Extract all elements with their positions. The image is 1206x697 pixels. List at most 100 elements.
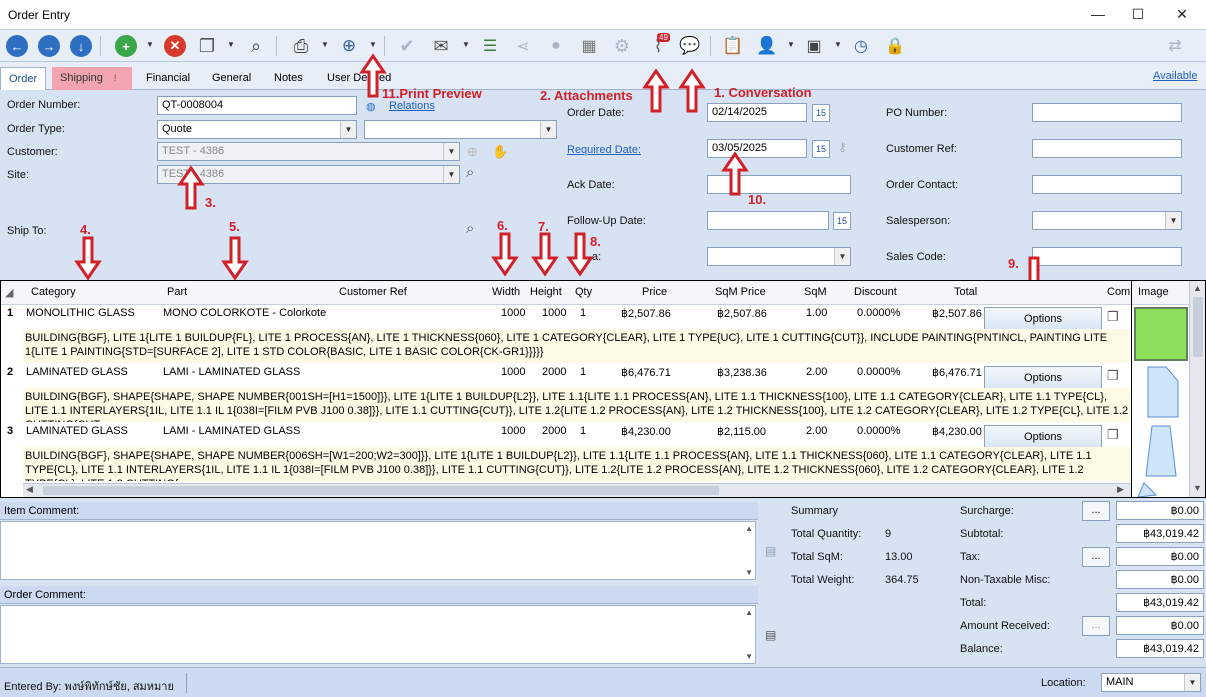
sales-code-field[interactable]: [1032, 247, 1182, 266]
minimize-icon[interactable]: —: [1088, 6, 1108, 22]
list-button[interactable]: ☰: [477, 33, 503, 59]
amount-received-details-button[interactable]: ...: [1082, 616, 1110, 636]
share-button[interactable]: ⋖: [510, 33, 536, 59]
schedule-button[interactable]: ◷: [848, 33, 874, 59]
horizontal-scroll-thumb[interactable]: [43, 486, 719, 495]
order-comment-textarea[interactable]: ▲ ▼: [0, 605, 756, 664]
tab-notes[interactable]: Notes: [266, 67, 311, 90]
delete-button[interactable]: ✕: [162, 33, 188, 59]
col-comment[interactable]: Com: [1107, 286, 1130, 298]
add-dropdown-icon[interactable]: ▼: [146, 40, 154, 49]
glass-thumbnail-trapezoid[interactable]: [1134, 424, 1188, 480]
table-row[interactable]: 1 MONOLITHIC GLASS MONO COLORKOTE - Colo…: [1, 305, 1131, 363]
ship-to-search-icon[interactable]: ⌕: [466, 220, 474, 237]
hand-icon[interactable]: ✋: [492, 144, 508, 160]
col-category[interactable]: Category: [31, 286, 76, 298]
order-type-select[interactable]: Quote ▼: [157, 120, 357, 139]
copy-button[interactable]: ❐: [194, 33, 220, 59]
attachments-button[interactable]: ⌇ 49: [645, 33, 671, 59]
comment-icon[interactable]: ❐: [1107, 309, 1119, 325]
required-date-link[interactable]: Required Date:: [567, 144, 641, 156]
approve-button[interactable]: ✔: [394, 33, 420, 59]
table-row[interactable]: 2 LAMINATED GLASS LAMI - LAMINATED GLASS…: [1, 364, 1131, 422]
print-preview-dropdown-icon[interactable]: ▼: [369, 40, 377, 49]
back-button[interactable]: ←: [4, 33, 30, 59]
required-date-calendar-icon[interactable]: 15: [812, 140, 830, 158]
scroll-right-icon[interactable]: ▶: [1117, 484, 1124, 495]
vertical-scroll-thumb[interactable]: [1193, 297, 1203, 357]
scroll-down-icon[interactable]: ▼: [745, 652, 753, 661]
ack-date-field[interactable]: [707, 175, 851, 194]
table-row[interactable]: 3 LAMINATED GLASS LAMI - LAMINATED GLASS…: [1, 423, 1131, 481]
col-sqm-price[interactable]: SqM Price: [715, 286, 766, 298]
col-qty[interactable]: Qty: [575, 286, 592, 298]
order-number-field[interactable]: QT-0008004: [157, 96, 357, 115]
col-height[interactable]: Height: [530, 286, 562, 298]
site-search-icon[interactable]: ⌕: [466, 164, 474, 181]
machine-dropdown-icon[interactable]: ▼: [834, 40, 842, 49]
down-button[interactable]: ↓: [68, 33, 94, 59]
scroll-up-icon[interactable]: ▲: [745, 524, 753, 533]
maximize-icon[interactable]: ☐: [1128, 6, 1148, 23]
print-button[interactable]: ⎙: [288, 33, 314, 59]
add-button[interactable]: +: [113, 33, 139, 59]
customer-ref-field[interactable]: [1032, 139, 1182, 158]
email-button[interactable]: ✉: [428, 33, 454, 59]
available-link[interactable]: Available: [1153, 70, 1197, 82]
tab-financial[interactable]: Financial: [138, 67, 198, 90]
col-discount[interactable]: Discount: [854, 286, 897, 298]
notes-icon[interactable]: ▤: [765, 628, 776, 642]
surcharge-details-button[interactable]: ...: [1082, 501, 1110, 521]
scroll-down-icon[interactable]: ▼: [745, 568, 753, 577]
copy-dropdown-icon[interactable]: ▼: [227, 40, 235, 49]
order-date-field[interactable]: 02/14/2025: [707, 103, 807, 122]
order-contact-field[interactable]: [1032, 175, 1182, 194]
tab-order[interactable]: Order: [0, 67, 47, 90]
site-select[interactable]: TEST - 4386 ▼: [157, 165, 460, 184]
status-select[interactable]: ▼: [707, 247, 851, 266]
col-part[interactable]: Part: [167, 286, 187, 298]
sync-button[interactable]: ⇄: [1162, 33, 1188, 59]
settings-button[interactable]: ⚙: [609, 33, 635, 59]
comment-icon[interactable]: ❐: [1107, 427, 1119, 443]
col-customer-ref[interactable]: Customer Ref: [339, 286, 407, 298]
salesperson-dropdown-icon[interactable]: ▼: [787, 40, 795, 49]
po-number-field[interactable]: [1032, 103, 1182, 122]
search-button[interactable]: ⌕: [243, 33, 269, 59]
salesperson-select[interactable]: ▼: [1032, 211, 1182, 230]
scroll-down-icon[interactable]: ▼: [1193, 483, 1202, 493]
add-customer-icon[interactable]: ⊕: [467, 144, 478, 160]
required-date-field[interactable]: 03/05/2025: [707, 139, 807, 158]
lock-button[interactable]: 🔒: [882, 33, 908, 59]
checklist-button[interactable]: 📋: [720, 33, 746, 59]
item-comment-textarea[interactable]: ▲ ▼: [0, 521, 756, 580]
location-select[interactable]: MAIN ▼: [1101, 673, 1201, 692]
glass-thumbnail-green[interactable]: [1134, 307, 1188, 361]
col-total[interactable]: Total: [954, 286, 977, 298]
tab-general[interactable]: General: [204, 67, 259, 90]
boxes-button[interactable]: ▦: [576, 33, 602, 59]
tax-details-button[interactable]: ...: [1082, 547, 1110, 567]
notes-icon[interactable]: ▤: [765, 544, 776, 558]
conversation-button[interactable]: 💬: [677, 33, 703, 59]
order-date-calendar-icon[interactable]: 15: [812, 104, 830, 122]
order-subtype-select[interactable]: ▼: [364, 120, 557, 139]
scroll-left-icon[interactable]: ◀: [26, 484, 33, 495]
scroll-up-icon[interactable]: ▲: [1193, 283, 1202, 293]
vertical-scrollbar[interactable]: ▲ ▼: [1189, 281, 1205, 497]
relations-link[interactable]: Relations: [389, 100, 435, 112]
print-dropdown-icon[interactable]: ▼: [321, 40, 329, 49]
horizontal-scrollbar[interactable]: ◀ ▶: [23, 483, 1131, 497]
scroll-up-icon[interactable]: ▲: [745, 608, 753, 617]
followup-date-field[interactable]: [707, 211, 829, 230]
salesperson-button[interactable]: 👤: [754, 33, 780, 59]
forward-button[interactable]: →: [36, 33, 62, 59]
print-preview-button[interactable]: ⊕: [336, 33, 362, 59]
close-icon[interactable]: ✕: [1172, 6, 1192, 23]
col-price[interactable]: Price: [642, 286, 667, 298]
col-sqm[interactable]: SqM: [804, 286, 827, 298]
col-width[interactable]: Width: [492, 286, 520, 298]
tab-shipping[interactable]: Shipping !: [52, 67, 132, 90]
customer-select[interactable]: TEST - 4386 ▼: [157, 142, 460, 161]
followup-date-calendar-icon[interactable]: 15: [833, 212, 851, 230]
